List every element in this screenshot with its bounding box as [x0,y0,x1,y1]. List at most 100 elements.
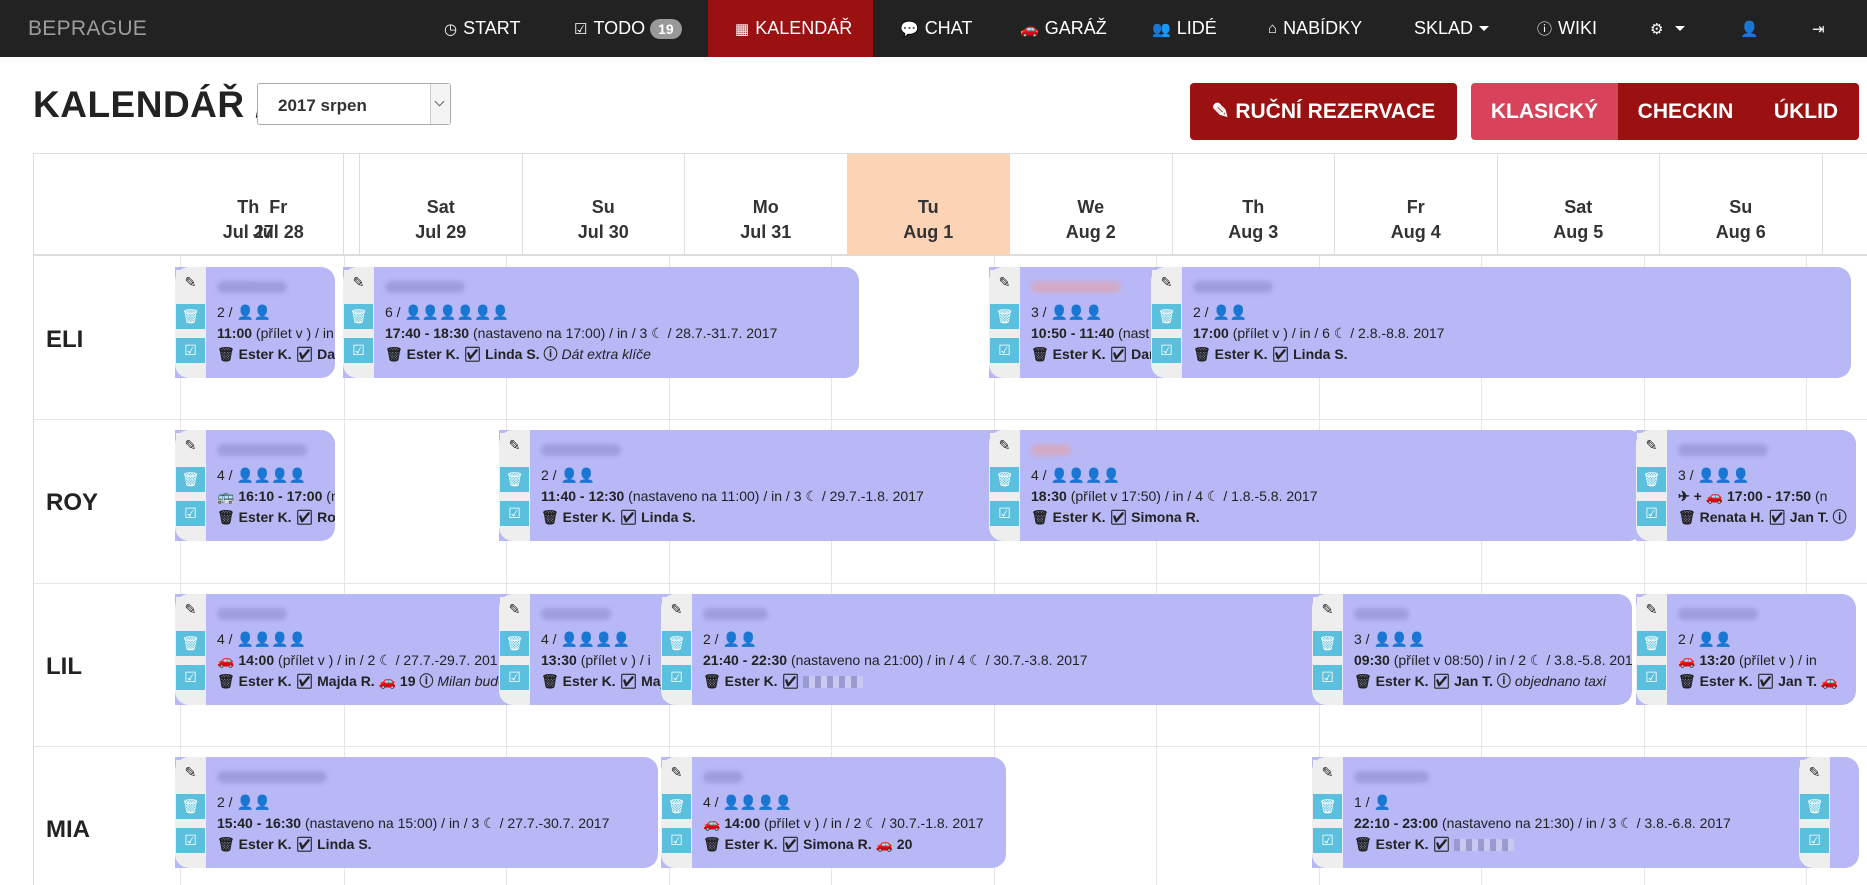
view-classic-button[interactable]: KLASICKÝ [1471,83,1618,140]
nav-settings-dropdown[interactable]: ⚙ [1650,0,1686,57]
booking-block[interactable]: ✎ 🗑 ☑ 2 / 👤👤 21:40 - 22:30 (nastaveno na 21:… [661,594,1342,705]
manual-reservation-button[interactable]: ✎ RUČNÍ REZERVACE [1190,83,1457,140]
check-icon[interactable]: ☑ [1152,338,1181,363]
edit-icon[interactable]: ✎ [500,597,529,622]
guest-count: 2 / 👤👤 [1678,631,1733,647]
trash-icon[interactable]: 🗑 [500,631,529,656]
check-icon[interactable]: ☑ [176,501,205,526]
trash-icon[interactable]: 🗑 [1313,794,1342,819]
trash-icon[interactable]: 🗑 [990,304,1019,329]
check-icon[interactable]: ☑ [1313,828,1342,853]
edit-icon[interactable]: ✎ [662,597,691,622]
booking-block[interactable]: ✎ 🗑 ☑ 4 / 👤👤👤👤 🚗 14:00 (přílet v ) / in / 2 … [175,594,514,705]
trash-icon[interactable]: 🗑 [990,467,1019,492]
booking-block[interactable]: ✎ 🗑 ☑ 4 / 👤👤👤👤 18:30 (přílet v 17:50) / in /… [989,430,1643,541]
booking-block[interactable]: ✎ 🗑 ☑ [1799,757,1859,868]
day-header: Tu Aug 1 [847,154,1010,255]
guest-count: 4 / 👤👤👤👤 [541,631,631,647]
edit-icon[interactable]: ✎ [344,270,373,295]
trash-icon[interactable]: 🗑 [500,467,529,492]
check-icon[interactable]: ☑ [662,665,691,690]
check-icon[interactable]: ☑ [990,338,1019,363]
assigned-staff: 🗑 Ester K. ☑ Linda S. [217,836,372,852]
edit-icon[interactable]: ✎ [176,760,205,785]
edit-icon[interactable]: ✎ [1800,760,1829,785]
edit-icon[interactable]: ✎ [1313,760,1342,785]
trash-icon[interactable]: 🗑 [1313,631,1342,656]
edit-icon[interactable]: ✎ [176,433,205,458]
check-icon[interactable]: ☑ [990,501,1019,526]
booking-note: objednano taxi [1514,673,1606,689]
edit-icon[interactable]: ✎ [662,760,691,785]
check-icon[interactable]: ☑ [1800,828,1829,853]
booking-block[interactable]: ✎ 🗑 ☑ 6 / 👤👤👤👤👤👤 17:40 - 18:30 (nastaveno na… [343,267,859,378]
month-select[interactable]: 2017 srpen [257,83,451,125]
gears-icon: ⚙ [1650,20,1664,38]
booking-block[interactable]: ✎ 🗑 ☑ 2 / 👤👤 11:00 (přílet v ) / in 🗑 Ester K… [175,267,335,378]
nav-logout[interactable]: ⇥ [1812,0,1831,57]
check-icon[interactable]: ☑ [176,665,205,690]
check-icon[interactable]: ☑ [500,501,529,526]
booking-block[interactable]: ✎ 🗑 ☑ 2 / 👤👤 11:40 - 12:30 (nastaveno na 11:… [499,430,1015,541]
day-header: Fr Jul 28 [198,154,360,255]
guest-name-redacted [541,607,664,625]
nav-wiki[interactable]: ⓘ WIKI [1537,0,1597,57]
trash-icon[interactable]: 🗑 [662,631,691,656]
nav-garage[interactable]: 🚗 GARÁŽ [1020,0,1107,57]
edit-icon[interactable]: ✎ [990,433,1019,458]
trash-icon[interactable]: 🗑 [176,467,205,492]
view-cleaning-button[interactable]: ÚKLID [1753,83,1859,140]
check-icon[interactable]: ☑ [1637,665,1666,690]
trash-icon[interactable]: 🗑 [662,794,691,819]
nav-user[interactable]: 👤 [1740,0,1765,57]
nav-chat[interactable]: 💬 CHAT [900,0,972,57]
nav-todo[interactable]: ☑ TODO 19 [574,0,682,57]
page-title: KALENDÁŘ / [33,84,267,125]
nav-warehouse-dropdown[interactable]: SKLAD [1414,0,1490,57]
booking-block[interactable]: ✎ 🗑 ☑ 1 / 👤 22:10 - 23:00 (nastaveno na 21:3… [1312,757,1832,868]
trash-icon[interactable]: 🗑 [1637,467,1666,492]
booking-actions: ✎ 🗑 ☑ [661,757,692,868]
check-icon[interactable]: ☑ [1313,665,1342,690]
booking-time-line: 11:00 (přílet v ) / in [217,323,335,344]
booking-block[interactable]: ✎ 🗑 ☑ 2 / 👤👤 🚗 13:20 (přílet v ) / in 🗑 Ester… [1636,594,1856,705]
nav-offers[interactable]: ⌂ NABÍDKY [1268,0,1362,57]
edit-icon[interactable]: ✎ [1637,597,1666,622]
guest-name-redacted [217,770,609,788]
booking-details: (nastaveno na 15:00) / in / 3 ☾ / 27.7.-… [301,815,610,831]
edit-icon[interactable]: ✎ [1313,597,1342,622]
view-checkin-button[interactable]: CHECKIN [1618,83,1753,140]
check-icon[interactable]: ☑ [344,338,373,363]
check-icon[interactable]: ☑ [662,828,691,853]
trash-icon[interactable]: 🗑 [176,794,205,819]
booking-block[interactable]: ✎ 🗑 ☑ 3 / 👤👤👤 09:30 (přílet v 08:50) / in / … [1312,594,1632,705]
nav-calendar[interactable]: ▦ KALENDÁŘ [708,0,873,57]
edit-icon[interactable]: ✎ [176,597,205,622]
check-icon[interactable]: ☑ [1637,501,1666,526]
check-icon[interactable]: ☑ [500,665,529,690]
edit-icon[interactable]: ✎ [1637,433,1666,458]
edit-icon[interactable]: ✎ [500,433,529,458]
edit-icon[interactable]: ✎ [1152,270,1181,295]
booking-block[interactable]: ✎ 🗑 ☑ 2 / 👤👤 17:00 (přílet v ) / in / 6 ☾ / … [1151,267,1851,378]
booking-actions: ✎ 🗑 ☑ [499,430,530,541]
edit-icon[interactable]: ✎ [990,270,1019,295]
booking-time-line: 13:30 (přílet v ) / i [541,650,664,671]
trash-icon[interactable]: 🗑 [176,304,205,329]
trash-icon[interactable]: 🗑 [176,631,205,656]
nav-people[interactable]: 👥 LIDÉ [1152,0,1217,57]
trash-icon[interactable]: 🗑 [1152,304,1181,329]
edit-icon[interactable]: ✎ [176,270,205,295]
booking-block[interactable]: ✎ 🗑 ☑ 4 / 👤👤👤👤 🚌 16:10 - 17:00 (n 🗑 Ester K. … [175,430,335,541]
booking-actions: ✎ 🗑 ☑ [989,430,1020,541]
booking-block[interactable]: ✎ 🗑 ☑ 4 / 👤👤👤👤 🚗 14:00 (přílet v ) / in / 2 … [661,757,1006,868]
booking-block[interactable]: ✎ 🗑 ☑ 3 / 👤👤👤 ✈ + 🚗 17:00 - 17:50 (n 🗑 Renata… [1636,430,1856,541]
trash-icon[interactable]: 🗑 [1637,631,1666,656]
brand-logo[interactable]: BEPRAGUE [28,17,147,41]
nav-start[interactable]: ◷ START [444,0,520,57]
check-icon[interactable]: ☑ [176,338,205,363]
trash-icon[interactable]: 🗑 [344,304,373,329]
booking-block[interactable]: ✎ 🗑 ☑ 2 / 👤👤 15:40 - 16:30 (nastaveno na 15:… [175,757,658,868]
trash-icon[interactable]: 🗑 [1800,794,1829,819]
check-icon[interactable]: ☑ [176,828,205,853]
